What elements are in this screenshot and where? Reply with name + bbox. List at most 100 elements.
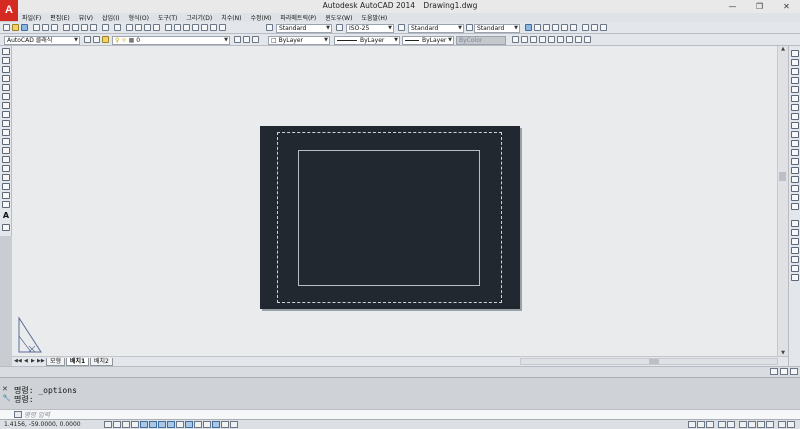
wrench-icon[interactable]: 🔧 [2,394,11,403]
clean-screen-icon[interactable] [790,368,798,375]
sheet-set-icon[interactable] [192,24,199,31]
erase-icon[interactable] [791,50,799,57]
line-icon[interactable] [2,48,10,55]
markup-icon[interactable] [201,24,208,31]
justify-text-icon[interactable] [566,36,573,43]
quick-properties-icon[interactable] [212,421,220,428]
menu-modify[interactable]: 수정(M) [250,13,271,22]
publish-icon[interactable] [51,24,58,31]
break-icon[interactable] [791,158,799,165]
ortho-mode-icon[interactable] [131,421,139,428]
menu-edit[interactable]: 편집(E) [50,13,70,22]
dynamic-ucs-icon[interactable] [176,421,184,428]
application-status-menu-icon[interactable] [778,421,786,428]
copy-object-icon[interactable] [791,59,799,66]
lineweight-dropdown[interactable]: ByLayer ▼ [402,36,454,45]
dimension-arc-icon[interactable] [791,238,799,245]
tab-model[interactable]: 모형 [46,358,66,366]
vertical-scroll-thumb[interactable] [779,172,786,181]
offset-icon[interactable] [791,77,799,84]
explode-icon[interactable] [791,203,799,210]
zoom-realtime-icon[interactable] [135,24,142,31]
tab-next-arrow[interactable]: ▶ [31,358,35,364]
minimize-button[interactable]: — [719,0,746,13]
dimension-aligned-icon[interactable] [791,229,799,236]
zoom-window-icon[interactable] [144,24,151,31]
construction-line-icon[interactable] [2,57,10,64]
polar-tracking-icon[interactable] [140,421,148,428]
autocad-logo-button[interactable]: A [0,0,18,21]
ellipse-arc-icon[interactable] [2,138,10,145]
color-dropdown[interactable]: □ ByLayer ▼ [268,36,330,45]
render-icon[interactable] [591,24,598,31]
model-paper-toggle-icon[interactable] [688,421,696,428]
find-text-icon[interactable] [539,36,546,43]
cut-icon[interactable] [63,24,70,31]
layer-isolate-icon[interactable] [252,36,259,43]
break-at-point-icon[interactable] [791,149,799,156]
align-leader-icon[interactable] [552,24,559,31]
paste-icon[interactable] [81,24,88,31]
menu-parametric[interactable]: 파라메트릭(P) [280,13,316,22]
point-icon[interactable] [2,165,10,172]
menu-help[interactable]: 도움말(H) [361,13,387,22]
menu-insert[interactable]: 삽입(I) [102,13,120,22]
add-selected-icon[interactable] [2,224,10,231]
revision-cloud-icon[interactable] [2,111,10,118]
circle-icon[interactable] [2,102,10,109]
layer-state-icon[interactable] [102,36,109,43]
join-icon[interactable] [791,167,799,174]
text-scale-icon[interactable] [557,36,564,43]
region-icon[interactable] [2,192,10,199]
pan-status-icon[interactable] [718,421,726,428]
workspace-switching-icon[interactable] [739,421,747,428]
multiline-text-icon[interactable]: A [2,212,10,220]
multileader-style-dropdown[interactable]: Standard ▼ [474,24,520,33]
object-snap-icon[interactable] [149,421,157,428]
match-properties-icon[interactable] [90,24,97,31]
dimension-radius-icon[interactable] [791,256,799,263]
design-center-icon[interactable] [174,24,181,31]
mtext-icon[interactable] [521,36,528,43]
menu-draw[interactable]: 그리기(D) [186,13,212,22]
workspace-icon[interactable] [582,24,589,31]
scroll-up-arrow[interactable]: ▲ [778,46,788,52]
command-prompt-icon[interactable] [14,411,22,418]
convert-text-icon[interactable] [584,36,591,43]
drawing-canvas[interactable] [12,46,777,356]
linetype-dropdown[interactable]: ByLayer ▼ [334,36,400,45]
redo-icon[interactable] [114,24,121,31]
array-icon[interactable] [791,86,799,93]
close-button[interactable]: ✕ [773,0,800,13]
maximize-viewport-icon[interactable] [770,368,778,375]
dimension-angular-icon[interactable] [791,274,799,281]
horizontal-scrollbar[interactable] [520,358,778,365]
tab-prev-arrow[interactable]: ◀ [24,358,28,364]
leader-style-icon[interactable] [570,24,577,31]
menu-format[interactable]: 형식(O) [129,13,149,22]
dynamic-input-icon[interactable] [185,421,193,428]
fillet-icon[interactable] [791,185,799,192]
table-style-dropdown[interactable]: Standard ▼ [408,24,464,33]
open-file-icon[interactable] [12,24,19,31]
gradient-icon[interactable] [2,183,10,190]
ellipse-icon[interactable] [2,129,10,136]
polygon-icon[interactable] [2,75,10,82]
dimension-diameter-icon[interactable] [791,265,799,272]
menu-view[interactable]: 뷰(V) [79,13,93,22]
insert-block-icon[interactable] [2,147,10,154]
snap-mode-icon[interactable] [113,421,121,428]
collect-leader-icon[interactable] [561,24,568,31]
extend-icon[interactable] [791,140,799,147]
spell-check-icon[interactable] [548,36,555,43]
multileader-icon[interactable] [525,24,532,31]
menu-dimension[interactable]: 치수(N) [221,13,241,22]
stretch-icon[interactable] [791,122,799,129]
dimension-ordinate-icon[interactable] [791,247,799,254]
print-preview-icon[interactable] [42,24,49,31]
annotation-monitor-icon[interactable] [230,421,238,428]
print-icon[interactable] [33,24,40,31]
hatch-icon[interactable] [2,174,10,181]
copy-icon[interactable] [72,24,79,31]
remove-leader-icon[interactable] [543,24,550,31]
